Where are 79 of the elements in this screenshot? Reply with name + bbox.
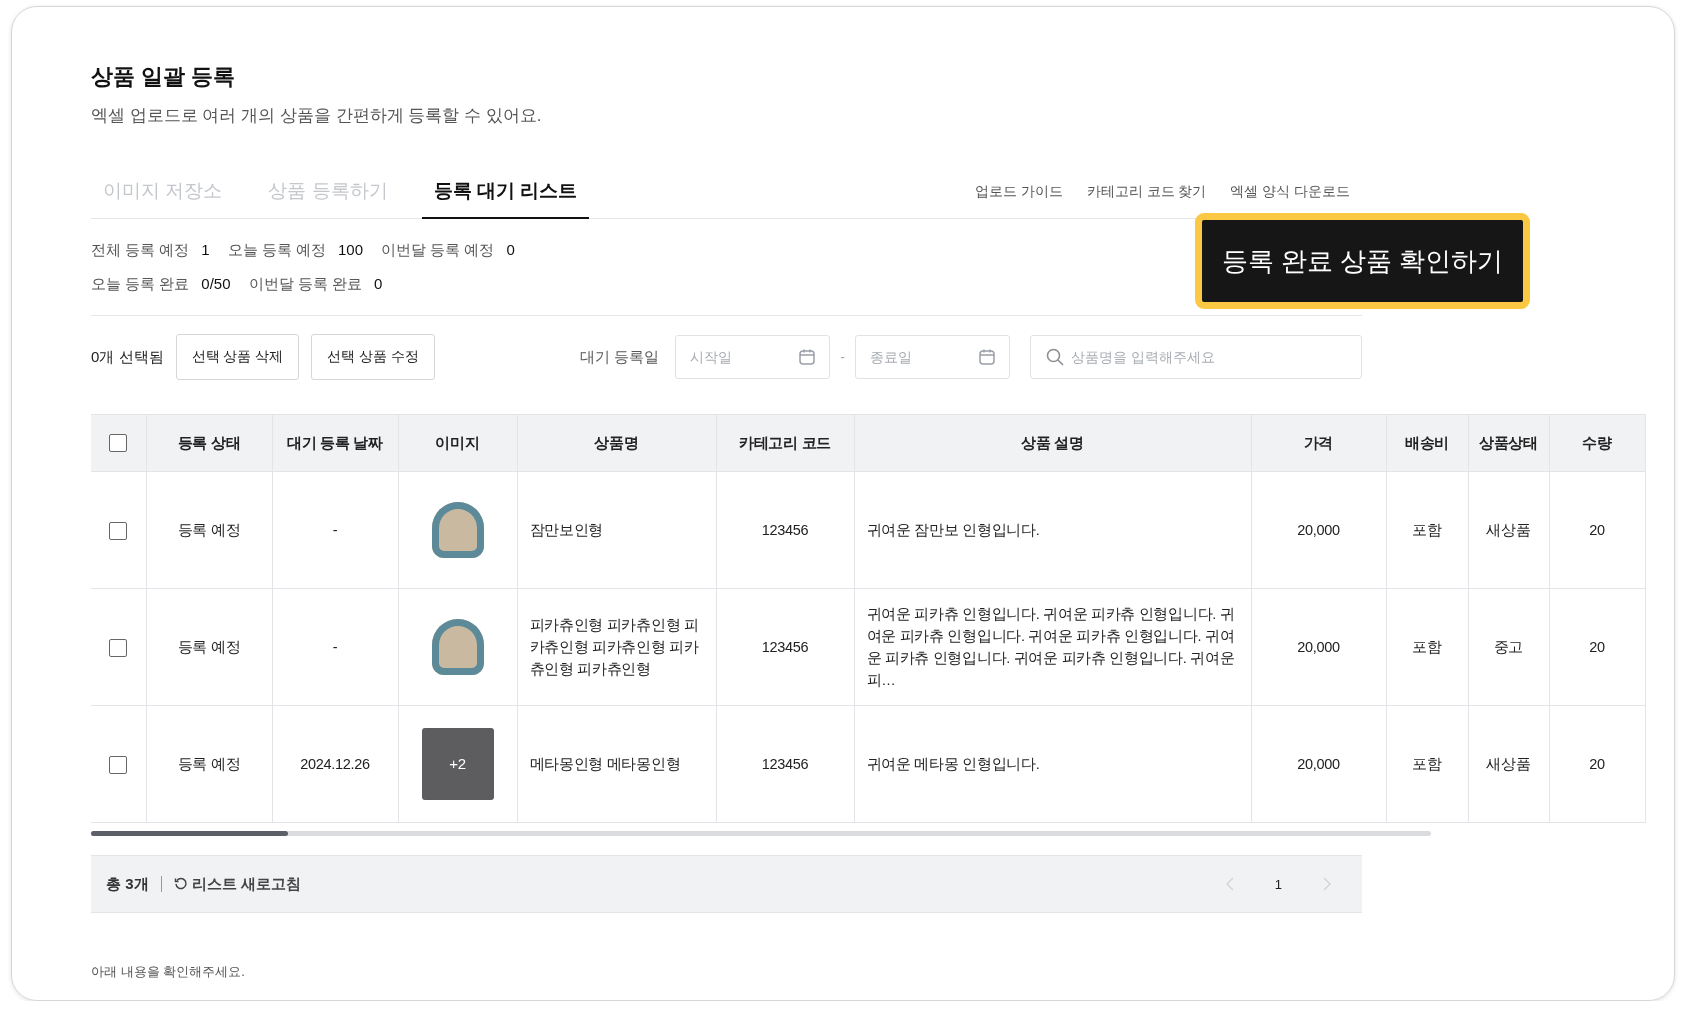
- checkbox[interactable]: [109, 522, 128, 541]
- table-cell: 20,000: [1251, 471, 1386, 589]
- photo-placeholder: [431, 619, 484, 675]
- table-cell: 등록 예정: [146, 471, 272, 589]
- page-title: 상품 일괄 등록: [91, 63, 237, 91]
- header-link[interactable]: 엑셀 양식 다운로드: [1230, 183, 1350, 201]
- completed-products-button[interactable]: 등록 완료 상품 확인하기: [1195, 213, 1530, 309]
- selection-count: 0개 선택됨: [91, 347, 164, 367]
- checkbox[interactable]: [109, 756, 128, 775]
- search-icon: [1046, 348, 1064, 366]
- stat-value: 0/50: [201, 274, 231, 294]
- calendar-icon: [798, 348, 817, 366]
- stat-label: 이번달 등록 완료: [248, 274, 362, 294]
- checkbox[interactable]: [109, 639, 128, 658]
- table-cell: 123456: [716, 471, 854, 589]
- table-cell: -: [272, 588, 398, 706]
- photo-count-overlay[interactable]: +2: [421, 728, 494, 800]
- scrollbar-track[interactable]: [91, 831, 1431, 836]
- tab[interactable]: 등록 대기 리스트: [421, 178, 590, 219]
- end-date-field[interactable]: 종료일: [855, 335, 1010, 379]
- table-cell: 잠만보인형: [517, 471, 716, 589]
- table-cell: 20,000: [1251, 588, 1386, 706]
- total-count: 총 3개: [106, 874, 149, 894]
- stat-value: 0: [373, 274, 383, 294]
- column-header: 등록 상태: [146, 414, 272, 472]
- stat-label: 이번달 등록 예정: [381, 240, 495, 260]
- column-header: 상품명: [517, 414, 716, 472]
- header-link[interactable]: 업로드 가이드: [975, 183, 1063, 201]
- stat-value: 1: [201, 240, 210, 260]
- action-button[interactable]: 선택 상품 수정: [311, 334, 435, 380]
- checkbox[interactable]: [109, 434, 128, 453]
- stat-label: 오늘 등록 예정: [227, 240, 327, 260]
- table-cell: 새상품: [1468, 471, 1549, 589]
- column-header: 배송비: [1386, 414, 1468, 472]
- calendar-icon: [978, 348, 996, 366]
- table-cell: 귀여운 메타몽 인형입니다.: [854, 705, 1251, 823]
- stat-value: 0: [506, 240, 515, 260]
- column-header: 수량: [1549, 414, 1645, 472]
- table-cell: 등록 예정: [146, 588, 272, 706]
- column-header: 대기 등록 날짜: [272, 414, 398, 472]
- header-link[interactable]: 카테고리 코드 찾기: [1086, 183, 1207, 201]
- table-cell: 123456: [716, 705, 854, 823]
- photo-placeholder: [431, 502, 484, 558]
- column-header: 이미지: [398, 414, 517, 472]
- stat-value: 100: [338, 240, 364, 260]
- table-cell: 20: [1549, 471, 1645, 589]
- scrollbar-thumb[interactable]: [91, 831, 288, 836]
- table-cell: 20: [1549, 588, 1645, 706]
- table-cell: 귀여운 피카츄 인형입니다. 귀여운 피카츄 인형입니다. 귀여운 피카츄 인형입니다. 귀여운 피카츄 인형입니다. 귀여운 피카츄 인형입니다. 귀여운 피카츄 인형입니다. 귀여운 피…: [854, 588, 1251, 706]
- table-cell: 20: [1549, 705, 1645, 823]
- table-cell: 포함: [1386, 471, 1468, 589]
- table-cell: 중고: [1468, 588, 1549, 706]
- stat-label: 오늘 등록 완료: [91, 274, 190, 294]
- table-cell: 2024.12.26: [272, 705, 398, 823]
- column-header: 가격: [1251, 414, 1386, 472]
- table-cell: 20,000: [1251, 705, 1386, 823]
- table-cell: -: [272, 471, 398, 589]
- page-subtitle: 엑셀 업로드로 여러 개의 상품을 간편하게 등록할 수 있어요.: [91, 105, 543, 127]
- table-cell: 등록 예정: [146, 705, 272, 823]
- table-cell: 피카츄인형 피카츄인형 피카츄인형 피카츄인형 피카츄인형 피카츄인형: [517, 588, 716, 706]
- table-cell: 포함: [1386, 588, 1468, 706]
- refresh-icon: [173, 877, 188, 891]
- search-field[interactable]: 상품명을 입력해주세요: [1030, 335, 1362, 379]
- table-cell: 새상품: [1468, 705, 1549, 823]
- column-header: 상품상태: [1468, 414, 1549, 472]
- refresh-button[interactable]: 리스트 새로고침: [173, 874, 301, 894]
- date-filter-label: 대기 등록일: [580, 347, 660, 367]
- column-header: 카테고리 코드: [716, 414, 854, 472]
- notice-text: 아래 내용을 확인해주세요.: [91, 963, 246, 981]
- date-separator: -: [840, 349, 845, 365]
- table-cell: 귀여운 잠만보 인형입니다.: [854, 471, 1251, 589]
- action-button[interactable]: 선택 상품 삭제: [175, 334, 300, 380]
- column-header: 상품 설명: [854, 414, 1251, 472]
- stat-label: 전체 등록 예정: [91, 240, 190, 260]
- table-cell: 메타몽인형 메타몽인형: [517, 705, 716, 823]
- start-date-field[interactable]: 시작일: [675, 335, 831, 379]
- table-cell: 포함: [1386, 705, 1468, 823]
- page-number[interactable]: 1: [1274, 876, 1282, 892]
- table-cell: 123456: [716, 588, 854, 706]
